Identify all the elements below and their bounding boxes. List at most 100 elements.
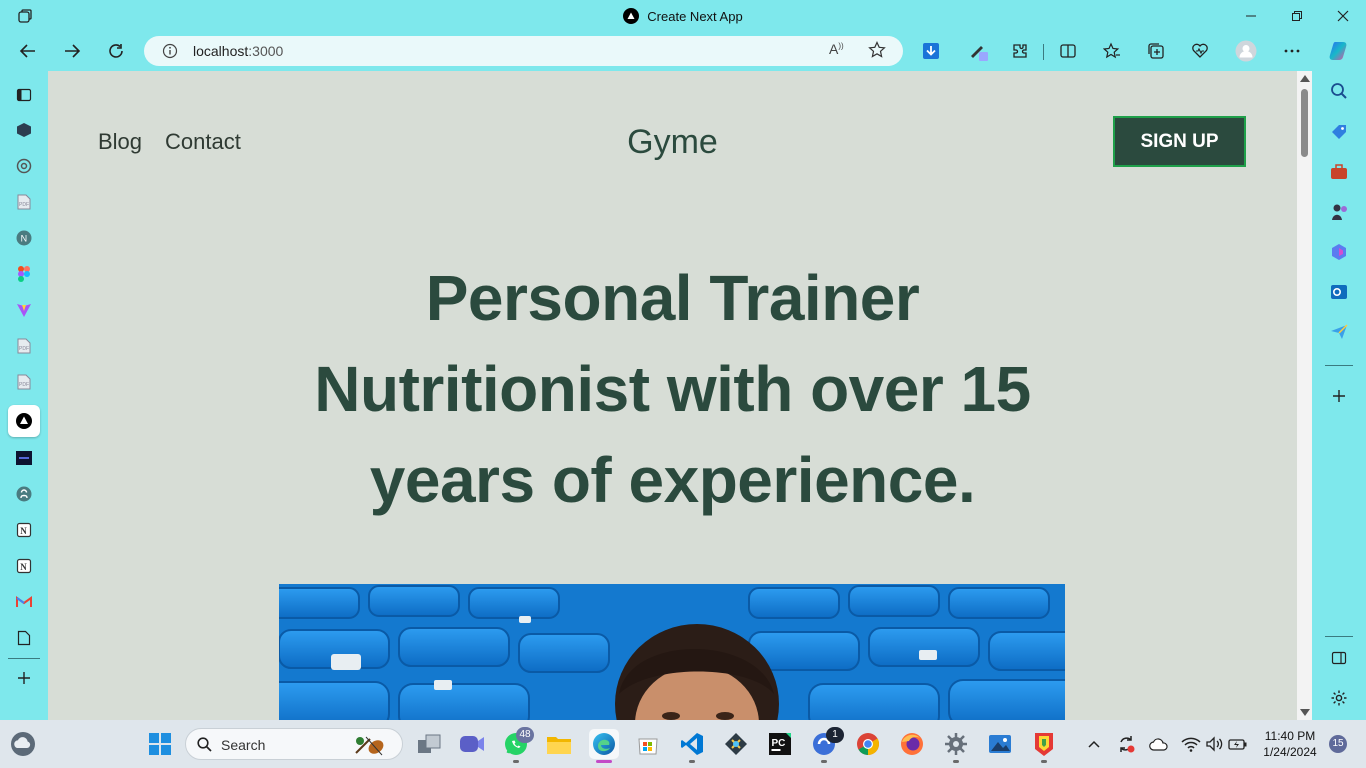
scroll-down-arrow-icon[interactable] — [1300, 709, 1310, 716]
windows-taskbar: Search 48 PC 1 11:40 PM 1/24/2024 15 — [0, 720, 1366, 768]
battery-charging-icon[interactable] — [1225, 730, 1251, 758]
figma-icon[interactable] — [14, 264, 34, 284]
signup-button[interactable]: SIGN UP — [1113, 116, 1246, 167]
sidebar-settings-gear-icon[interactable] — [1329, 688, 1349, 708]
back-button[interactable] — [13, 36, 43, 66]
search-icon[interactable] — [1329, 81, 1349, 101]
colorful-app-running-indicator — [1041, 760, 1047, 763]
show-hidden-icons-chevron-icon[interactable] — [1080, 730, 1108, 758]
add-app-icon[interactable] — [14, 668, 34, 688]
git-tool-icon[interactable] — [722, 730, 750, 758]
url-text[interactable]: localhost:3000 — [193, 43, 283, 59]
onedrive-cloud-icon[interactable] — [1146, 730, 1172, 758]
system-clock[interactable]: 11:40 PM 1/24/2024 — [1257, 728, 1323, 760]
sidebar-divider — [8, 658, 40, 659]
page-scrollbar[interactable] — [1297, 71, 1312, 720]
color-picker-extension-icon[interactable] — [963, 36, 993, 66]
meet-video-icon[interactable] — [458, 730, 486, 758]
photos-icon[interactable] — [986, 730, 1014, 758]
toolbar-divider — [1043, 44, 1044, 60]
title-bar: Create Next App — [0, 0, 1366, 32]
add-sidebar-app-icon[interactable] — [1329, 386, 1349, 406]
extensions-icon[interactable] — [1005, 36, 1035, 66]
settings-gear-app-icon[interactable] — [942, 730, 970, 758]
chrome-icon[interactable] — [854, 730, 882, 758]
task-view-icon[interactable] — [415, 730, 443, 758]
svg-text:N: N — [20, 562, 27, 572]
cube-app-icon[interactable] — [14, 120, 34, 140]
vite-icon[interactable] — [14, 300, 34, 320]
copilot-icon[interactable] — [1325, 36, 1355, 66]
close-button[interactable] — [1320, 0, 1366, 32]
svg-text:N: N — [20, 526, 27, 536]
address-bar[interactable]: localhost:3000 A)) — [144, 36, 903, 66]
pdf-file-icon[interactable]: PDF — [14, 192, 34, 212]
github-icon[interactable] — [14, 484, 34, 504]
restore-button[interactable] — [1274, 0, 1320, 32]
split-screen-icon[interactable] — [1053, 36, 1083, 66]
notion-icon-2[interactable]: N — [14, 556, 34, 576]
site-info-icon[interactable] — [162, 43, 178, 59]
settings-running-indicator — [953, 760, 959, 763]
openai-icon[interactable] — [14, 156, 34, 176]
forward-button[interactable] — [57, 36, 87, 66]
sync-tray-icon[interactable] — [1113, 730, 1139, 758]
firefox-icon[interactable] — [898, 730, 926, 758]
hero-line-3: years of experience. — [369, 444, 976, 516]
pdf-file-icon-3[interactable]: PDF — [14, 372, 34, 392]
taskbar-search-icon — [197, 737, 212, 752]
taskbar-search-box[interactable]: Search — [185, 728, 403, 760]
window-title: Create Next App — [647, 8, 743, 24]
window-title-area: Create Next App — [0, 0, 1366, 32]
left-sidebar: PDF N PDF PDF N N — [0, 70, 48, 720]
clock-date: 1/24/2024 — [1263, 745, 1317, 759]
nextjs-icon — [623, 8, 640, 24]
profile-avatar[interactable] — [1231, 36, 1261, 66]
svg-text:PDF: PDF — [19, 202, 29, 208]
wifi-icon[interactable] — [1178, 730, 1204, 758]
colorful-app-icon[interactable] — [1030, 730, 1058, 758]
favorites-icon[interactable] — [1097, 36, 1127, 66]
notion-n-icon[interactable]: N — [14, 228, 34, 248]
outlook-icon[interactable] — [1329, 282, 1349, 302]
brand-logo-text[interactable]: Gyme — [48, 123, 1297, 162]
document-icon[interactable] — [14, 628, 34, 648]
right-sidebar — [1312, 70, 1366, 720]
settings-more-icon[interactable] — [1277, 36, 1307, 66]
downloads-icon[interactable] — [916, 36, 946, 66]
read-aloud-icon[interactable]: A)) — [829, 41, 844, 57]
hero-line-1: Personal Trainer — [425, 262, 920, 334]
minimize-button[interactable] — [1228, 0, 1274, 32]
hide-sidebar-icon[interactable] — [1329, 648, 1349, 668]
whatsapp-unread-badge: 48 — [516, 727, 534, 743]
nextjs-tab-icon[interactable] — [14, 411, 34, 431]
tools-briefcase-icon[interactable] — [1329, 162, 1349, 182]
microsoft-365-icon[interactable] — [1329, 242, 1349, 262]
notion-icon[interactable]: N — [14, 520, 34, 540]
start-button-windows-icon[interactable] — [146, 730, 174, 758]
vertical-tabs-icon[interactable] — [14, 85, 34, 105]
browser-essentials-icon[interactable] — [1185, 36, 1215, 66]
dark-app-icon[interactable] — [14, 448, 34, 468]
collections-icon[interactable] — [1141, 36, 1171, 66]
svg-text:N: N — [21, 234, 28, 244]
shopping-tag-icon[interactable] — [1329, 122, 1349, 142]
microsoft-store-icon[interactable] — [634, 730, 662, 758]
weather-widget-icon[interactable] — [9, 730, 37, 758]
vscode-icon[interactable] — [678, 730, 706, 758]
scrollbar-thumb[interactable] — [1301, 89, 1308, 157]
pycharm-icon[interactable]: PC — [766, 730, 794, 758]
refresh-button[interactable] — [101, 36, 131, 66]
notification-count-badge[interactable]: 15 — [1329, 735, 1347, 753]
games-chess-icon[interactable] — [1329, 202, 1349, 222]
scroll-up-arrow-icon[interactable] — [1300, 75, 1310, 82]
send-drop-icon[interactable] — [1329, 322, 1349, 342]
browser-toolbar: localhost:3000 A)) — [0, 32, 1366, 70]
gmail-icon[interactable] — [14, 592, 34, 612]
hero-headline: Personal Trainer Nutritionist with over … — [48, 253, 1297, 526]
pdf-file-icon-2[interactable]: PDF — [14, 336, 34, 356]
favorite-star-icon[interactable] — [868, 41, 886, 64]
clock-time: 11:40 PM — [1264, 729, 1316, 743]
edge-browser-icon[interactable] — [589, 729, 619, 759]
file-explorer-icon[interactable] — [545, 730, 573, 758]
